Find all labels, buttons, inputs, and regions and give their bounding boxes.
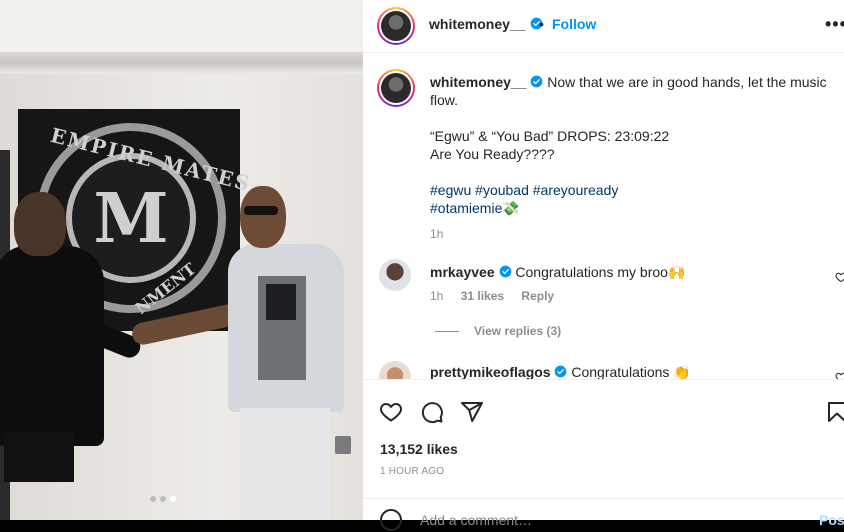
- caption: whitemoney__ Now that we are in good han…: [430, 73, 835, 243]
- heart-icon[interactable]: [379, 400, 403, 424]
- comment-icon[interactable]: [420, 400, 444, 424]
- caption-time[interactable]: 1h: [430, 225, 835, 243]
- person-right-trousers: [240, 408, 330, 520]
- commenter-avatar[interactable]: [379, 361, 411, 379]
- more-options-icon[interactable]: •••: [825, 14, 844, 35]
- comment-reply-button[interactable]: Reply: [521, 289, 554, 303]
- caption-line-2: “Egwu” & “You Bad” DROPS: 23:09:22: [430, 128, 670, 144]
- post-header: whitemoney__ • Follow •••: [363, 0, 844, 53]
- comment-like-heart-icon[interactable]: [835, 371, 844, 379]
- author-username[interactable]: whitemoney__: [429, 16, 525, 32]
- comment-likes[interactable]: 31 likes: [461, 289, 504, 303]
- caption-avatar[interactable]: [377, 69, 415, 107]
- bookmark-icon[interactable]: [825, 400, 844, 424]
- carousel-dot: [160, 496, 166, 502]
- hashtag-link[interactable]: #areyouready: [533, 182, 619, 198]
- person-left: [0, 188, 144, 520]
- clapping-hands-emoji: 👏: [673, 364, 691, 379]
- author-avatar[interactable]: [377, 7, 415, 45]
- verified-badge-icon: [531, 75, 543, 88]
- like-count[interactable]: 13,152 likes: [380, 441, 458, 457]
- money-emoji: 💸: [502, 200, 520, 216]
- follow-button[interactable]: Follow: [552, 16, 596, 32]
- hashtag-link[interactable]: #youbad: [475, 182, 529, 198]
- person-left-body: [0, 246, 104, 446]
- person-right-head: [240, 186, 286, 248]
- caption-username[interactable]: whitemoney__: [430, 74, 526, 90]
- person-right: [130, 180, 360, 520]
- person-left-head: [14, 192, 66, 256]
- hashtag-link[interactable]: #egwu: [430, 182, 471, 198]
- avatar-picture: [381, 11, 411, 41]
- author-name-row: whitemoney__: [429, 16, 543, 34]
- carousel-dot: [150, 496, 156, 502]
- comment-text: Congratulations my broo: [515, 264, 668, 280]
- comment-text: Congratulations: [571, 364, 670, 379]
- carousel-indicator: [150, 496, 176, 502]
- caption-line-3: Are You Ready????: [430, 146, 555, 162]
- add-comment-input[interactable]: Add a comment…: [420, 512, 532, 528]
- carousel-dot: [170, 496, 176, 502]
- add-comment-bar: Add a comment… Post: [363, 498, 844, 532]
- replies-divider: [435, 331, 459, 332]
- post-photo[interactable]: M EMPIRE MATES NMENT: [0, 0, 363, 520]
- caption-avatar-picture: [381, 73, 411, 103]
- photo-ceiling: [0, 0, 363, 60]
- emoji-smile-icon[interactable]: [379, 508, 403, 532]
- comments-section: whitemoney__ Now that we are in good han…: [363, 53, 844, 379]
- view-replies-button[interactable]: View replies (3): [474, 324, 561, 338]
- comment-body: mrkayvee Congratulations my broo🙌: [430, 263, 685, 281]
- commenter-avatar[interactable]: [379, 259, 411, 291]
- comment-username[interactable]: prettymikeoflagos: [430, 364, 551, 379]
- header-separator: •: [539, 16, 544, 32]
- wall-outlet: [335, 436, 351, 454]
- comment-body: prettymikeoflagos Congratulations 👏: [430, 363, 691, 379]
- comment-time[interactable]: 1h: [430, 289, 443, 303]
- post-timestamp[interactable]: 1 HOUR AGO: [380, 466, 444, 477]
- raised-hands-emoji: 🙌: [667, 264, 686, 280]
- comment-like-heart-icon[interactable]: [835, 271, 844, 283]
- comment-username[interactable]: mrkayvee: [430, 264, 495, 280]
- caption-hashtags-row-1: #egwu #youbad #areyouready: [430, 181, 835, 199]
- caption-hashtags-row-2: #otamiemie💸: [430, 199, 835, 217]
- verified-badge-icon: [555, 365, 567, 378]
- post-comment-button[interactable]: Post: [819, 512, 844, 528]
- post-actions: 13,152 likes 1 HOUR AGO Add a comment… P…: [363, 379, 844, 531]
- comment-meta: 1h 31 likes Reply: [430, 289, 554, 303]
- person-right-pocket: [266, 284, 296, 320]
- person-left-shorts: [4, 432, 74, 482]
- hashtag-link[interactable]: #otamiemie: [430, 200, 502, 216]
- verified-badge-icon: [499, 265, 511, 278]
- person-right-sunglasses: [244, 206, 278, 215]
- share-icon[interactable]: [460, 400, 484, 424]
- photo-molding: [0, 52, 363, 74]
- post-sidebar: whitemoney__ • Follow ••• whitemoney__ N…: [363, 0, 844, 531]
